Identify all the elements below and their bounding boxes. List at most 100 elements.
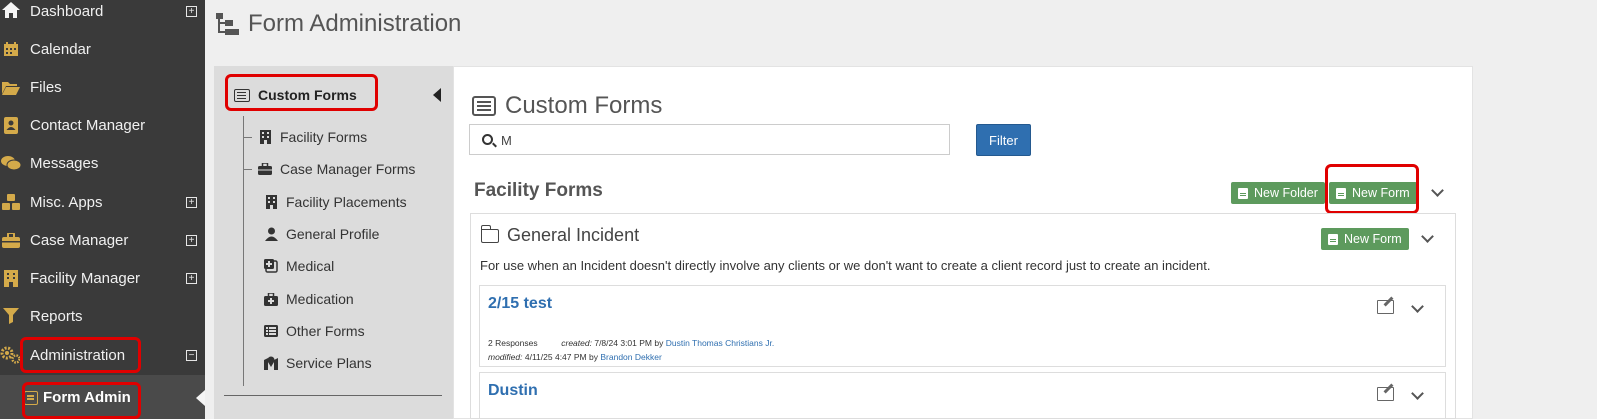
- sitemap-icon: [216, 13, 240, 37]
- tree-item-facility-forms[interactable]: Facility Forms: [258, 127, 367, 147]
- folder-name: General Incident: [507, 225, 640, 245]
- new-form-label: New Form: [1344, 232, 1402, 246]
- tree-item-case-manager-forms[interactable]: Case Manager Forms: [258, 159, 415, 179]
- folder-open-icon: [0, 77, 22, 97]
- nav-label: Reports: [30, 308, 83, 325]
- tree-item-label: Medical: [286, 258, 335, 274]
- tree-item-facility-placements[interactable]: Facility Placements: [264, 192, 407, 212]
- tree-item-label: Service Plans: [286, 355, 372, 371]
- by-word: by: [654, 338, 664, 348]
- left-navigation: Dashboard + Calendar Files Contact Manag…: [0, 0, 205, 419]
- tree-item-label: Case Manager Forms: [280, 161, 416, 177]
- nav-item-contact-manager[interactable]: Contact Manager: [0, 106, 205, 144]
- search-input[interactable]: M: [469, 124, 950, 155]
- nav-label: Dashboard: [30, 3, 104, 20]
- nav-label: Case Manager: [30, 232, 129, 249]
- modified-by-link[interactable]: Brandon Dekker: [600, 352, 661, 362]
- modified-label: modified:: [488, 352, 523, 362]
- file-icon: [1328, 233, 1338, 245]
- expand-icon[interactable]: +: [186, 6, 197, 17]
- map-marker-icon: [264, 356, 278, 370]
- file-icon: [1336, 187, 1346, 199]
- modified-date: 4/11/25 4:47 PM: [524, 352, 587, 362]
- edit-icon[interactable]: [1377, 387, 1394, 401]
- nav-item-files[interactable]: Files: [0, 68, 205, 106]
- nav-label: Calendar: [30, 41, 91, 58]
- folder-title[interactable]: General Incident: [480, 224, 640, 246]
- address-book-icon: [0, 115, 22, 135]
- expand-icon[interactable]: +: [186, 197, 197, 208]
- new-form-label: New Form: [1352, 186, 1410, 200]
- by-word: by: [589, 352, 598, 362]
- form-title-link[interactable]: Dustin: [488, 382, 538, 400]
- new-form-button[interactable]: New Form: [1329, 182, 1417, 204]
- tree-connector: [243, 137, 252, 138]
- tree-item-label: Medication: [286, 291, 354, 307]
- nav-label: Contact Manager: [30, 117, 146, 134]
- cogs-icon: [0, 345, 22, 365]
- list-alt-icon: [234, 88, 250, 102]
- response-count: 2 Responses: [488, 338, 538, 348]
- tree-item-medical[interactable]: Medical: [264, 256, 334, 276]
- form-icon: [24, 391, 38, 405]
- expand-icon[interactable]: +: [186, 273, 197, 284]
- building-icon: [264, 195, 278, 209]
- collapse-panel-icon[interactable]: [433, 88, 441, 102]
- folder-plus-icon: [1238, 187, 1248, 199]
- filter-button[interactable]: Filter: [976, 124, 1031, 156]
- tree-divider: [224, 395, 442, 396]
- new-folder-label: New Folder: [1254, 186, 1318, 200]
- new-folder-button[interactable]: New Folder: [1231, 182, 1325, 204]
- search-icon: [482, 134, 493, 145]
- user-icon: [264, 227, 278, 241]
- folder-icon: [480, 224, 499, 243]
- comments-icon: [0, 153, 22, 173]
- nav-label: Administration: [30, 347, 126, 364]
- created-date: 7/8/24 3:01 PM: [594, 338, 652, 348]
- nav-label: Files: [30, 79, 62, 96]
- nav-label: Messages: [30, 155, 99, 172]
- nav-item-reports[interactable]: Reports: [0, 297, 205, 335]
- nav-label: Misc. Apps: [30, 194, 103, 211]
- tree-root-custom-forms[interactable]: Custom Forms: [234, 86, 357, 104]
- calendar-icon: [0, 39, 22, 59]
- tree-item-general-profile[interactable]: General Profile: [264, 224, 379, 244]
- search-input-value: M: [501, 133, 512, 148]
- tree-item-label: Other Forms: [286, 323, 365, 339]
- tree-item-label: Facility Placements: [286, 194, 407, 210]
- nav-subitem-label: Form Admin: [43, 389, 131, 406]
- nav-item-misc-apps[interactable]: Misc. Apps +: [0, 183, 205, 221]
- edit-icon[interactable]: [1377, 300, 1394, 314]
- tree-connector: [243, 169, 252, 170]
- building-icon: [258, 130, 272, 144]
- form-meta-modified: modified: 4/11/25 4:47 PM by Brandon Dek…: [488, 352, 662, 362]
- folder-description: For use when an Incident doesn't directl…: [480, 258, 1211, 273]
- custom-forms-title-label: Custom Forms: [505, 92, 663, 119]
- collapse-icon[interactable]: −: [186, 350, 197, 361]
- created-by-link[interactable]: Dustin Thomas Christians Jr.: [666, 338, 775, 348]
- list-alt-icon: [472, 96, 496, 116]
- form-card: [479, 372, 1446, 419]
- created-label: created:: [561, 338, 592, 348]
- nav-item-administration[interactable]: Administration −: [0, 336, 205, 374]
- section-heading: Facility Forms: [474, 180, 603, 201]
- nav-item-calendar[interactable]: Calendar: [0, 30, 205, 68]
- nav-item-dashboard[interactable]: Dashboard +: [0, 0, 205, 30]
- nav-item-case-manager[interactable]: Case Manager +: [0, 221, 205, 259]
- folder-new-form-button[interactable]: New Form: [1321, 228, 1409, 250]
- page-title: Form Administration: [248, 10, 462, 37]
- nav-item-messages[interactable]: Messages: [0, 144, 205, 182]
- expand-icon[interactable]: +: [186, 235, 197, 246]
- list-icon: [264, 324, 278, 338]
- nav-subitem-form-admin[interactable]: Form Admin: [0, 375, 205, 419]
- tree-item-service-plans[interactable]: Service Plans: [264, 353, 372, 373]
- briefcase-icon: [0, 230, 22, 250]
- filter-icon: [0, 306, 22, 326]
- tree-item-other-forms[interactable]: Other Forms: [264, 321, 365, 341]
- form-title-link[interactable]: 2/15 test: [488, 295, 552, 313]
- medkit-icon: [264, 292, 278, 306]
- cubes-icon: [0, 192, 22, 212]
- nav-item-facility-manager[interactable]: Facility Manager +: [0, 259, 205, 297]
- home-icon: [0, 0, 22, 20]
- tree-item-medication[interactable]: Medication: [264, 289, 354, 309]
